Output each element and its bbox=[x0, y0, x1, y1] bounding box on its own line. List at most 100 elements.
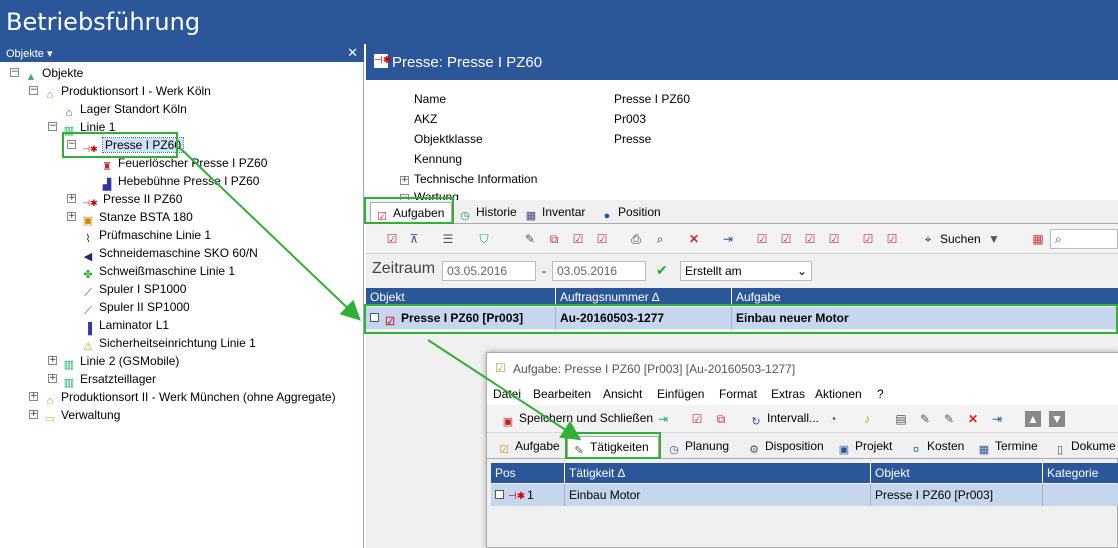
group-icon[interactable]: ☑ bbox=[802, 231, 818, 247]
stats-icon[interactable]: ☑ bbox=[884, 231, 900, 247]
checklist-icon[interactable]: ☑ bbox=[689, 411, 705, 427]
export-icon[interactable]: ⇥ bbox=[989, 411, 1005, 427]
expand-icon[interactable]: + bbox=[48, 374, 57, 383]
tree-item[interactable]: ▲ Objekte bbox=[24, 64, 84, 83]
tree-item[interactable]: ⚠ Sicherheitseinrichtung Linie 1 bbox=[81, 334, 256, 353]
menu-datei[interactable]: Datei bbox=[493, 387, 521, 401]
document-icon[interactable]: ▤ bbox=[893, 411, 909, 427]
tree-item[interactable]: ⟋ Spuler II SP1000 bbox=[81, 298, 190, 317]
report-icon[interactable]: ☑ bbox=[860, 231, 876, 247]
tree-item[interactable]: ⊣✱ Presse II PZ60 bbox=[81, 190, 182, 208]
apply-check-icon[interactable]: ✔ bbox=[656, 262, 668, 279]
tree-item[interactable]: ▥ Ersatzteillager bbox=[62, 370, 156, 389]
date-field-select[interactable]: Erstellt am ⌄ bbox=[680, 261, 812, 281]
menu-einfuegen[interactable]: Einfügen bbox=[657, 387, 704, 401]
save-close-button[interactable]: ▣ Speichern und Schließen bbox=[501, 411, 653, 429]
quick-search-input[interactable]: ⌕ bbox=[1050, 229, 1118, 249]
close-icon[interactable]: ✕ bbox=[347, 45, 358, 61]
search-icon: ⌕ bbox=[1055, 232, 1062, 246]
copy-task-icon[interactable]: ⧉ bbox=[713, 411, 729, 427]
delete-icon[interactable]: ✕ bbox=[965, 411, 981, 427]
group-technical[interactable]: Technische Information bbox=[414, 172, 537, 186]
funnel-icon[interactable]: ▼ bbox=[986, 231, 1002, 247]
col-pos[interactable]: Pos bbox=[491, 463, 565, 483]
expand-icon[interactable]: + bbox=[67, 194, 76, 203]
menu-extras[interactable]: Extras bbox=[771, 387, 805, 401]
search-button[interactable]: Suchen bbox=[940, 232, 981, 246]
tree-item[interactable]: ▣ Stanze BSTA 180 bbox=[81, 208, 193, 227]
copy-task-icon[interactable]: ⧉ bbox=[546, 231, 562, 247]
tab-position[interactable]: ● Position bbox=[596, 202, 665, 224]
tree-item[interactable]: ✤ Schweißmaschine Linie 1 bbox=[81, 262, 235, 281]
tab-kosten[interactable]: ¤ Kosten bbox=[905, 436, 968, 458]
tree-item[interactable]: ▟ Hebebühne Presse I PZ60 bbox=[100, 172, 260, 191]
col-taetigkeit[interactable]: Tätigkeit ∆ bbox=[565, 463, 871, 483]
tree-header-label[interactable]: Objekte ▾ bbox=[6, 48, 53, 60]
menu-help[interactable]: ? bbox=[877, 387, 884, 401]
collapse-icon[interactable]: − bbox=[48, 122, 57, 131]
tab-dokumente[interactable]: ▯ Dokume bbox=[1049, 436, 1118, 458]
planning-icon: ◷ bbox=[669, 444, 679, 456]
tree-item[interactable]: ⌂ Produktionsort II - Werk München (ohne … bbox=[43, 388, 336, 407]
expand-icon[interactable]: + bbox=[67, 212, 76, 221]
arrow-up-icon[interactable]: ▲ bbox=[1025, 411, 1041, 427]
col-objekt[interactable]: Objekt bbox=[871, 463, 1043, 483]
edit-icon[interactable]: ✎ bbox=[941, 411, 957, 427]
arrow-down-icon[interactable]: ▼ bbox=[1049, 411, 1065, 427]
schedule-icon[interactable]: ☑ bbox=[778, 231, 794, 247]
menu-aktionen[interactable]: Aktionen bbox=[815, 387, 862, 401]
tree-item-label: Linie 2 (GSMobile) bbox=[80, 354, 180, 368]
tree-item[interactable]: ▭ Verwaltung bbox=[43, 406, 121, 425]
bell-icon[interactable]: ♪ bbox=[859, 411, 875, 427]
tree-header[interactable]: Objekte ▾ ✕ bbox=[0, 44, 364, 62]
tree-view-icon[interactable]: ⊼ bbox=[406, 231, 422, 247]
tree-item[interactable]: ⌂ Lager Standort Köln bbox=[62, 100, 187, 119]
tree-item[interactable]: ⌂ Produktionsort I - Werk Köln bbox=[43, 82, 211, 101]
assign-icon[interactable]: ☑ bbox=[754, 231, 770, 247]
tab-disposition[interactable]: ⚙ Disposition bbox=[743, 436, 828, 458]
col-kategorie[interactable]: Kategorie bbox=[1043, 463, 1118, 483]
table-row[interactable]: ⊣✱ 1 Einbau Motor Presse I PZ60 [Pr003] bbox=[491, 484, 1118, 506]
date-to-input[interactable]: 03.05.2016 bbox=[552, 261, 646, 281]
checklist-icon[interactable]: ☑ bbox=[570, 231, 586, 247]
tree-item[interactable]: ⟋ Spuler I SP1000 bbox=[81, 280, 186, 299]
menu-bearbeiten[interactable]: Bearbeiten bbox=[533, 387, 591, 401]
tab-projekt[interactable]: ▣ Projekt bbox=[833, 436, 896, 458]
tree-item-label: Sicherheitseinrichtung Linie 1 bbox=[99, 336, 256, 350]
preview-icon[interactable]: ⌕ bbox=[652, 231, 668, 247]
date-from-input[interactable]: 03.05.2016 bbox=[442, 261, 536, 281]
tab-inventar[interactable]: ▦ Inventar bbox=[520, 202, 589, 224]
row-checkbox[interactable] bbox=[495, 490, 504, 499]
expand-icon[interactable]: + bbox=[29, 392, 38, 401]
edit-icon[interactable]: ✎ bbox=[522, 231, 538, 247]
expand-icon[interactable]: + bbox=[29, 410, 38, 419]
collapse-icon[interactable]: − bbox=[10, 68, 19, 77]
interval-button[interactable]: ↻ Intervall... bbox=[749, 411, 819, 429]
tab-termine[interactable]: ▦ Termine bbox=[973, 436, 1042, 458]
calendar-icon[interactable]: ▦ bbox=[1030, 231, 1046, 247]
delete-icon[interactable]: ✕ bbox=[686, 231, 702, 247]
timer-icon[interactable]: ◔ bbox=[825, 411, 841, 427]
expand-icon[interactable]: + bbox=[48, 356, 57, 365]
expand-icon[interactable]: + bbox=[400, 176, 409, 185]
binoculars-icon[interactable]: ⌖ bbox=[920, 231, 936, 247]
tree-item[interactable]: ▐ Laminator L1 bbox=[81, 316, 169, 335]
new-task-icon[interactable]: ☑ bbox=[384, 231, 400, 247]
tab-historie[interactable]: ◷ Historie bbox=[454, 202, 521, 224]
tree-item[interactable]: ▥ Linie 2 (GSMobile) bbox=[62, 352, 180, 371]
collapse-icon[interactable]: − bbox=[29, 86, 38, 95]
print-icon[interactable]: ⎙ bbox=[628, 231, 644, 247]
move-icon[interactable]: ⇥ bbox=[655, 411, 671, 427]
menu-ansicht[interactable]: Ansicht bbox=[603, 387, 642, 401]
tree-item[interactable]: ◀ Schneidemaschine SKO 60/N bbox=[81, 244, 258, 263]
tab-aufgabe[interactable]: ☑ Aufgabe bbox=[493, 436, 564, 458]
menu-format[interactable]: Format bbox=[719, 387, 757, 401]
approve-icon[interactable]: ☑ bbox=[826, 231, 842, 247]
tree-item[interactable]: ⌇ Prüfmaschine Linie 1 bbox=[81, 226, 211, 245]
done-icon[interactable]: ☑ bbox=[594, 231, 610, 247]
tab-planung[interactable]: ◷ Planung bbox=[663, 436, 733, 458]
wrench-icon[interactable]: ✎ bbox=[917, 411, 933, 427]
export-icon[interactable]: ⇥ bbox=[720, 231, 736, 247]
list-icon[interactable]: ☰ bbox=[440, 231, 456, 247]
filter-task-icon[interactable]: ⛉ bbox=[476, 231, 492, 247]
